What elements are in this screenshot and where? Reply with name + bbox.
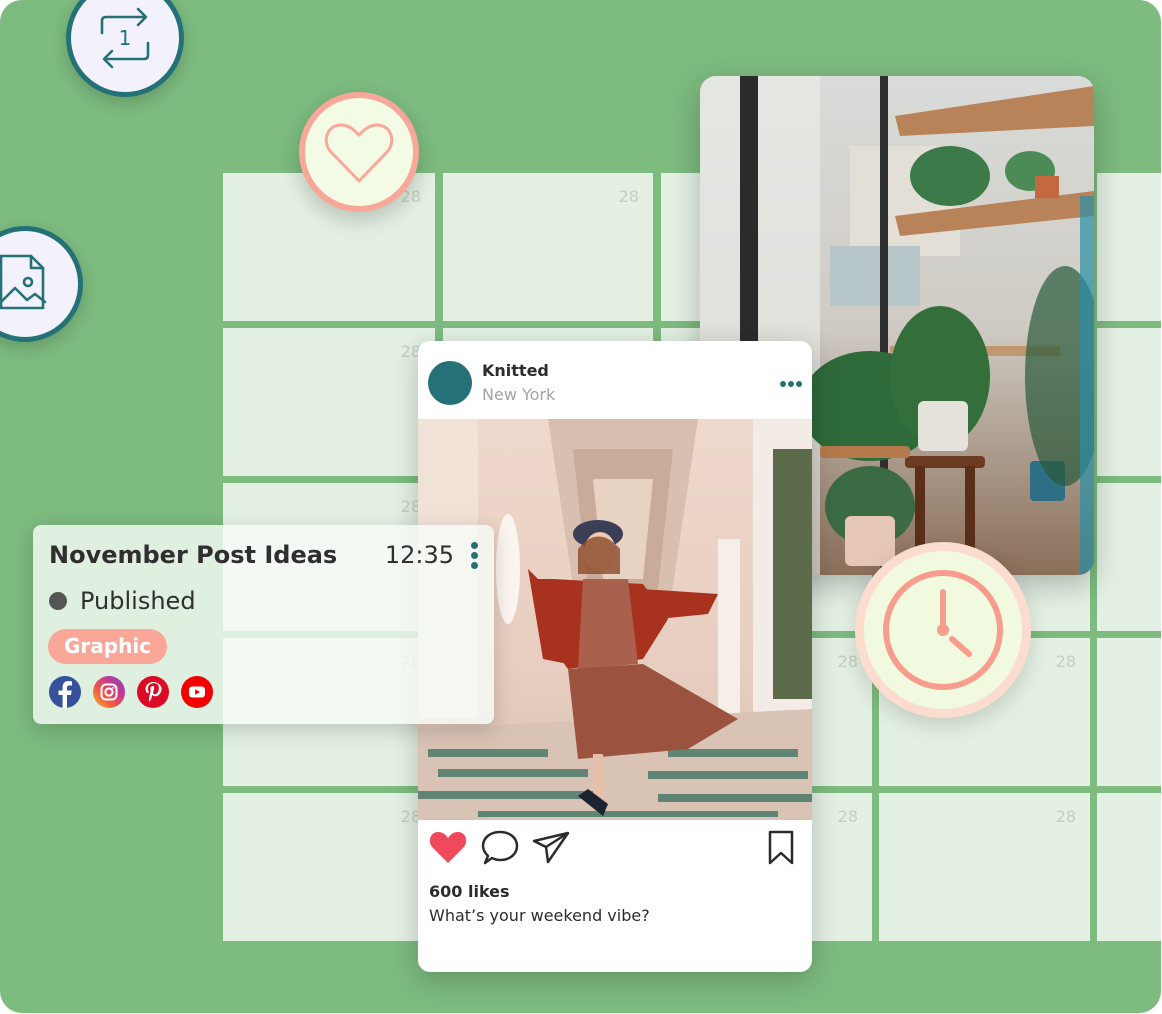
bookmark-icon bbox=[768, 830, 794, 865]
calendar-day-cell[interactable] bbox=[1097, 793, 1161, 941]
comment-button[interactable] bbox=[480, 829, 520, 871]
scheduled-post-card[interactable]: November Post Ideas 12:35 Published Grap… bbox=[33, 525, 494, 724]
social-networks bbox=[49, 676, 213, 708]
repeat-post-button[interactable]: 1 bbox=[66, 0, 184, 97]
calendar-day-cell[interactable]: 28 bbox=[879, 793, 1090, 941]
instagram-icon[interactable] bbox=[93, 676, 125, 708]
status-dot-icon bbox=[49, 592, 67, 610]
media-library-button[interactable] bbox=[0, 226, 83, 342]
image-file-icon bbox=[0, 254, 47, 310]
day-number: 28 bbox=[618, 187, 639, 206]
day-number: 28 bbox=[837, 807, 858, 826]
share-button[interactable] bbox=[531, 829, 571, 869]
calendar-day-cell[interactable]: 28 bbox=[223, 793, 435, 941]
calendar-day-cell[interactable]: 28 bbox=[443, 173, 653, 321]
card-menu-button[interactable] bbox=[471, 542, 478, 569]
day-number: 28 bbox=[837, 652, 858, 671]
tag-badge[interactable]: Graphic bbox=[48, 629, 168, 664]
like-badge[interactable] bbox=[299, 92, 419, 212]
heart-icon bbox=[324, 123, 394, 183]
likes-count: 600 likes bbox=[429, 882, 510, 901]
calendar-day-cell[interactable] bbox=[1097, 483, 1161, 631]
facebook-icon[interactable] bbox=[49, 676, 81, 708]
calendar-day-cell[interactable] bbox=[1097, 328, 1161, 476]
schedule-time-badge[interactable] bbox=[855, 542, 1031, 718]
post-header: Knitted New York bbox=[418, 341, 812, 419]
calendar-day-cell[interactable] bbox=[1097, 173, 1161, 321]
dot-icon bbox=[796, 381, 802, 387]
dot-icon bbox=[471, 552, 478, 559]
more-options-button[interactable] bbox=[780, 381, 802, 387]
calendar-canvas: 28282828282828282828 bbox=[0, 0, 1161, 1013]
day-number: 28 bbox=[1055, 652, 1076, 671]
dot-icon bbox=[471, 562, 478, 569]
scheduled-time: 12:35 bbox=[384, 541, 454, 569]
dot-icon bbox=[788, 381, 794, 387]
avatar[interactable] bbox=[428, 361, 472, 405]
clock-icon bbox=[883, 570, 1003, 690]
status-indicator: Published bbox=[49, 587, 196, 615]
day-number: 28 bbox=[1055, 807, 1076, 826]
status-label: Published bbox=[80, 587, 196, 615]
dot-icon bbox=[471, 542, 478, 549]
post-caption: What’s your weekend vibe? bbox=[429, 906, 650, 925]
account-name[interactable]: Knitted bbox=[482, 361, 549, 380]
svg-text:1: 1 bbox=[119, 26, 132, 50]
post-title: November Post Ideas bbox=[49, 541, 338, 569]
calendar-day-cell[interactable]: 28 bbox=[223, 328, 435, 476]
dot-icon bbox=[780, 381, 786, 387]
post-location: New York bbox=[482, 385, 556, 404]
comment-icon bbox=[481, 830, 519, 865]
youtube-icon[interactable] bbox=[181, 676, 213, 708]
repeat-once-icon: 1 bbox=[100, 7, 150, 69]
calendar-day-cell[interactable] bbox=[1097, 638, 1161, 786]
heart-filled-icon bbox=[429, 832, 467, 863]
post-action-bar bbox=[418, 829, 812, 869]
save-button[interactable] bbox=[766, 829, 796, 871]
send-icon bbox=[532, 831, 570, 864]
pinterest-icon[interactable] bbox=[137, 676, 169, 708]
like-button[interactable] bbox=[428, 829, 468, 869]
